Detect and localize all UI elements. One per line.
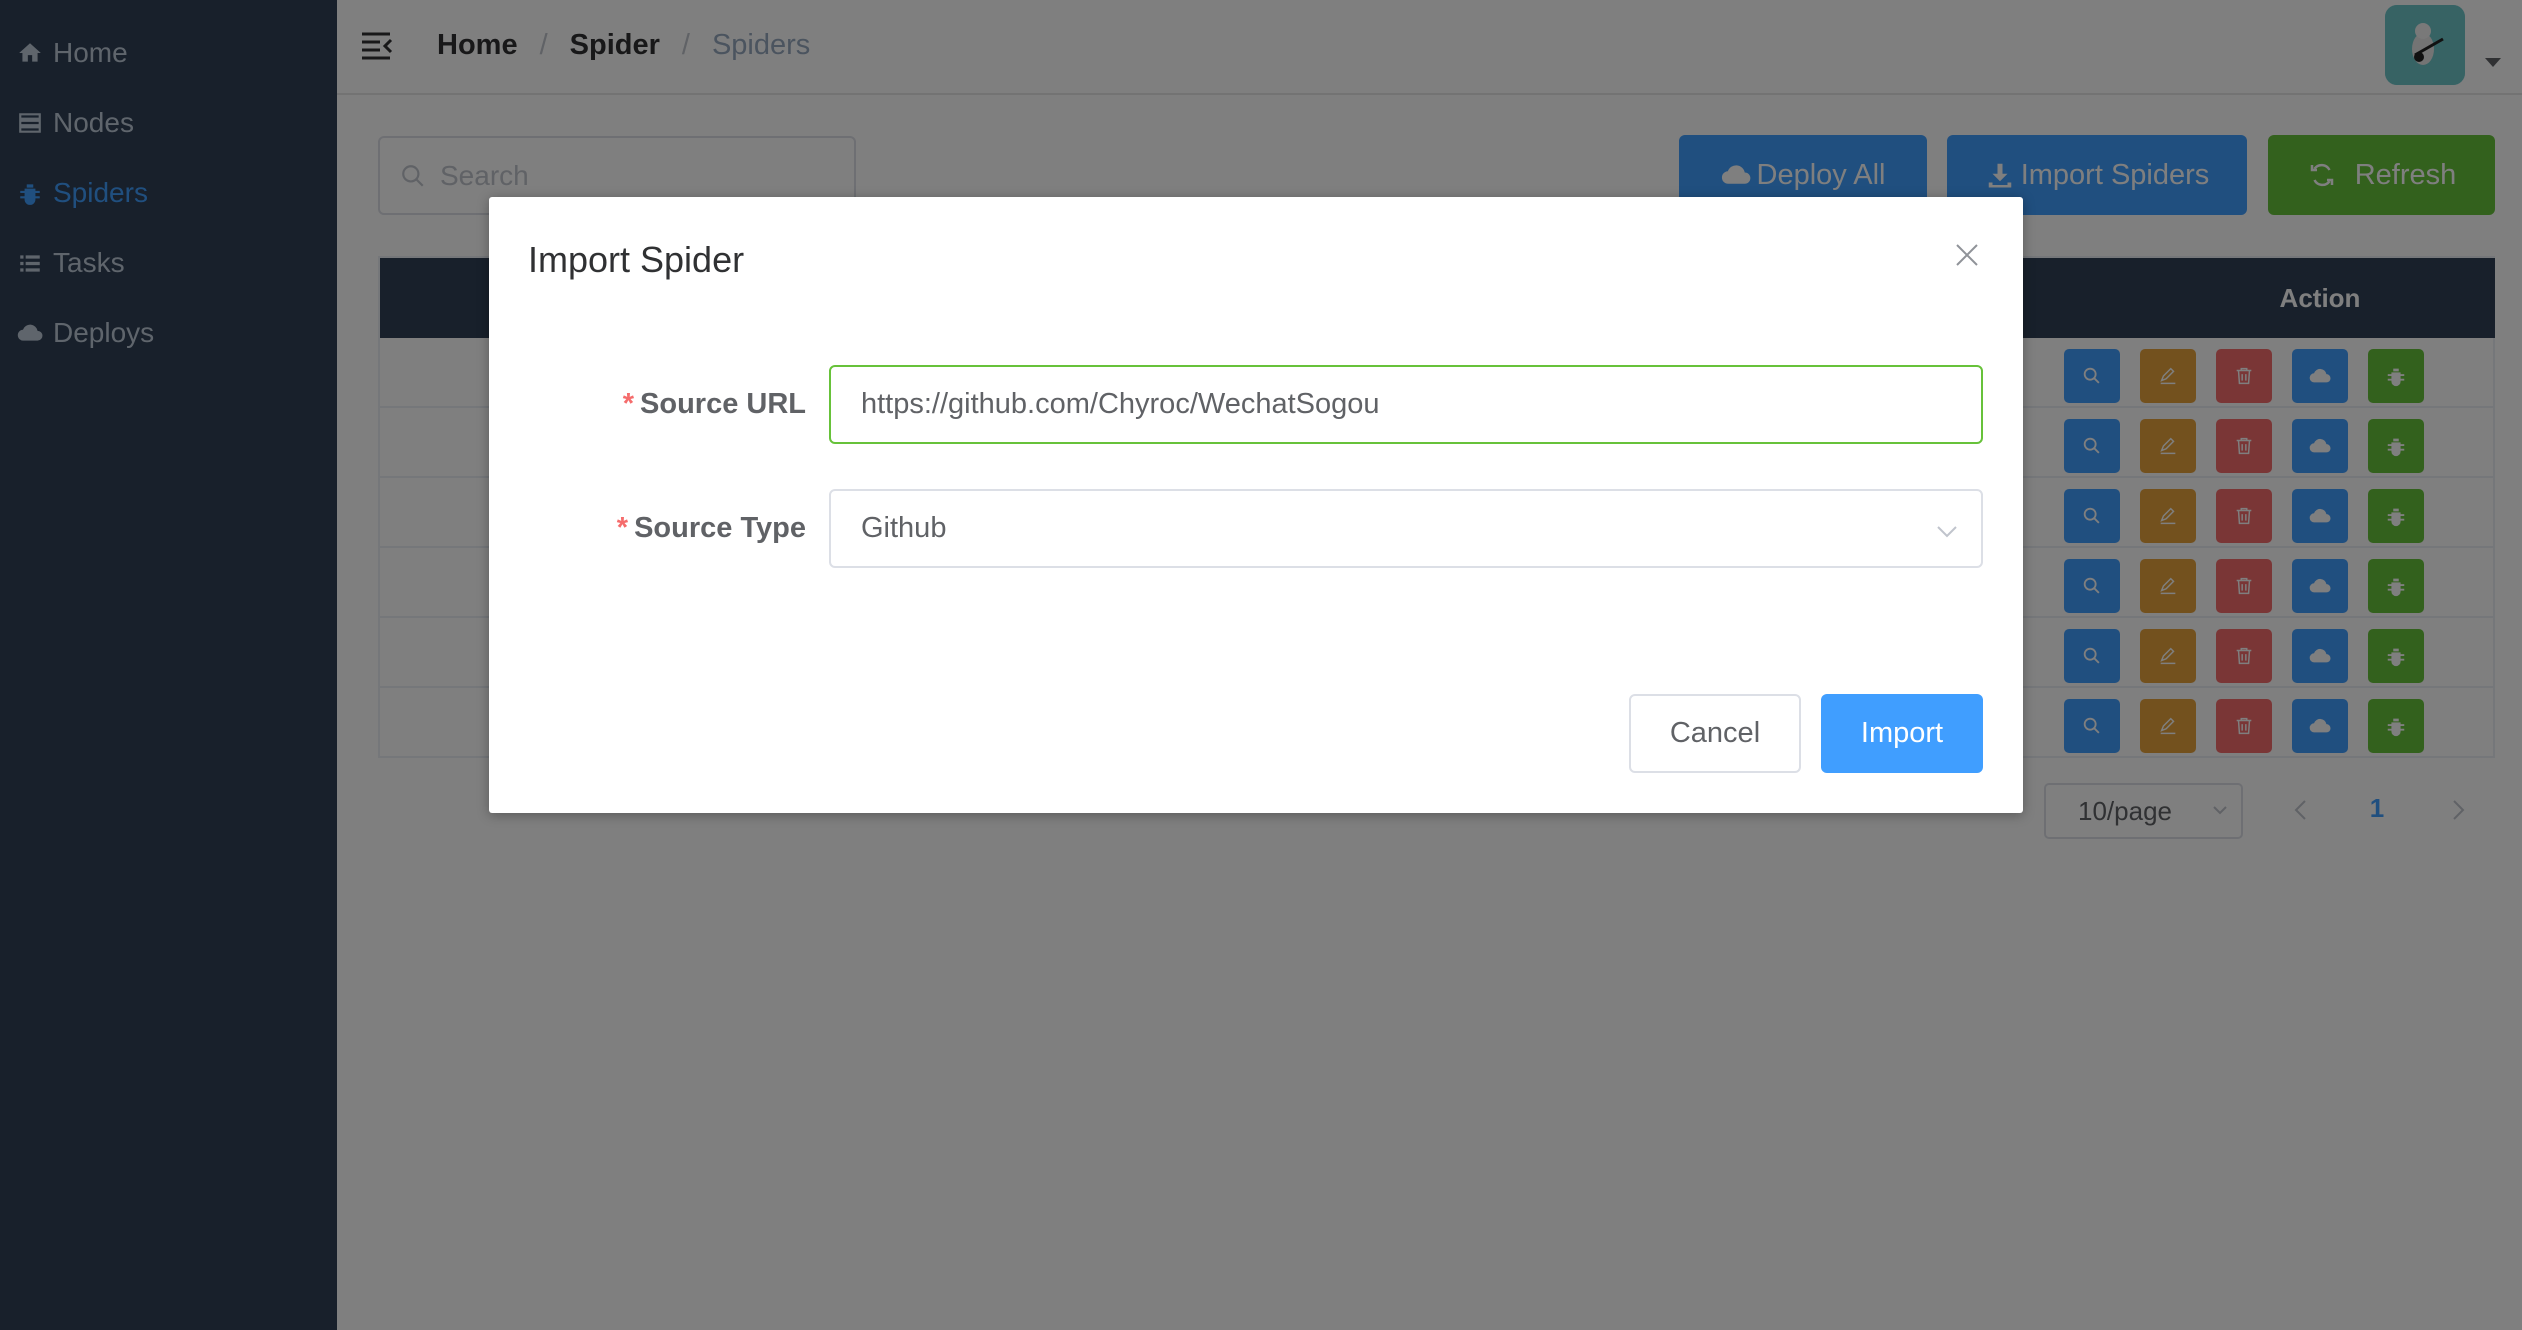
source-url-label-text: Source URL xyxy=(640,388,806,420)
dialog-title: Import Spider xyxy=(528,239,745,280)
source-type-label-text: Source Type xyxy=(634,512,806,544)
source-url-input[interactable] xyxy=(861,388,1951,421)
required-mark: * xyxy=(622,388,635,420)
import-spider-dialog: Import Spider *Source URL *Source Type G… xyxy=(489,197,2023,813)
source-type-label: * Source Type xyxy=(617,512,806,545)
source-type-select[interactable]: Github xyxy=(829,489,1983,568)
cancel-button[interactable]: Cancel xyxy=(1629,694,1801,773)
chevron-down-icon xyxy=(1937,526,1957,538)
source-type-value: Github xyxy=(861,512,947,544)
source-url-field[interactable] xyxy=(829,365,1983,444)
source-url-label: * Source URL xyxy=(623,388,806,421)
close-icon[interactable] xyxy=(1954,242,1980,268)
required-mark: * xyxy=(616,512,629,544)
import-button[interactable]: Import xyxy=(1821,694,1983,773)
